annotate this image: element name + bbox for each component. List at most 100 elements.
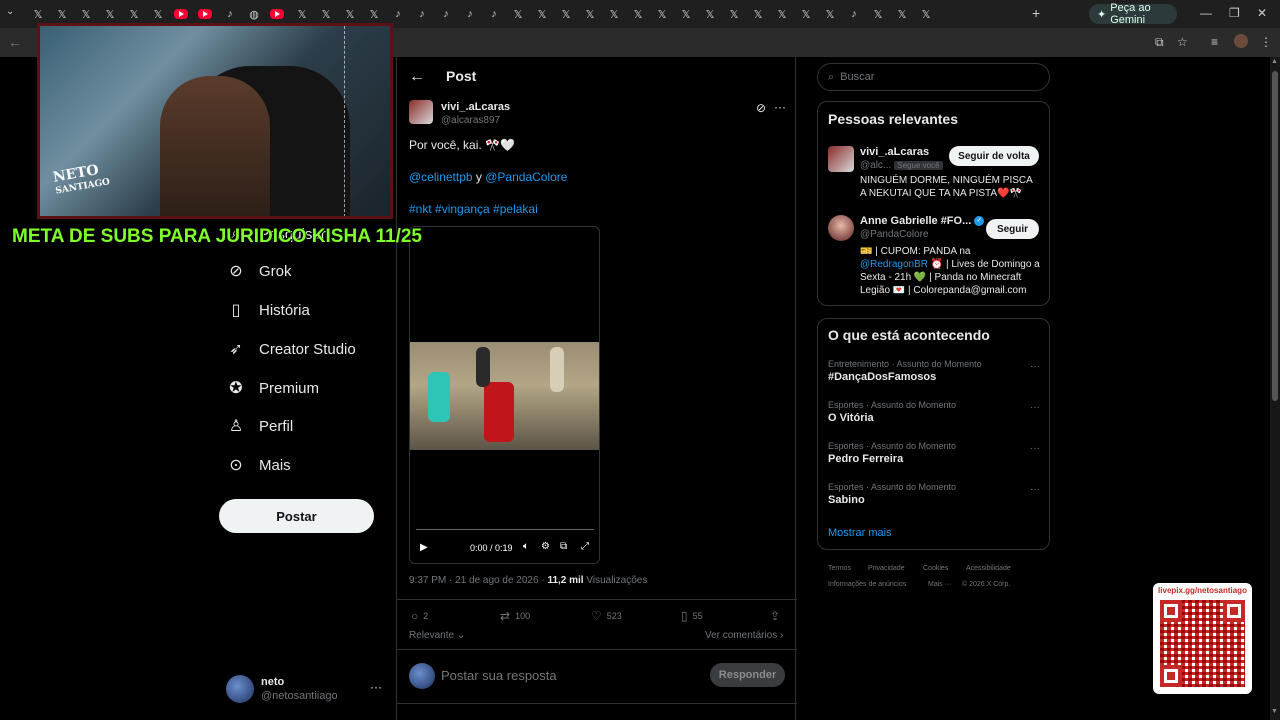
- sort-replies-dropdown[interactable]: Relevante ⌄: [409, 630, 465, 641]
- nav-item-premium[interactable]: ✪ Premium: [227, 375, 319, 401]
- post-button[interactable]: Postar: [219, 499, 374, 533]
- scrollbar-thumb[interactable]: [1272, 71, 1278, 401]
- share-button[interactable]: ⇪: [770, 609, 780, 623]
- x-logo-tab-icon[interactable]: 𝕏: [558, 6, 574, 22]
- x-logo-tab-icon[interactable]: 𝕏: [510, 6, 526, 22]
- person-name[interactable]: Anne Gabrielle #FO... ✓: [860, 215, 985, 227]
- repost-button[interactable]: ⇄ 100: [500, 609, 530, 623]
- more-dots-icon[interactable]: ···: [1030, 443, 1040, 454]
- x-logo-tab-icon[interactable]: 𝕏: [750, 6, 766, 22]
- follow-back-button[interactable]: Seguir de volta: [949, 146, 1039, 166]
- list-item[interactable]: vivi_.aLcaras @alc... Segue você Seguir d…: [828, 146, 1040, 206]
- tab-search-chevron-icon[interactable]: ⌄: [6, 6, 14, 17]
- x-logo-tab-icon[interactable]: 𝕏: [294, 6, 310, 22]
- browser-back-icon[interactable]: ←: [8, 34, 22, 50]
- more-dots-icon[interactable]: ···: [1030, 402, 1040, 413]
- footer-link[interactable]: Cookies: [923, 565, 948, 572]
- x-logo-tab-icon[interactable]: 𝕏: [318, 6, 334, 22]
- grok-explain-icon[interactable]: ⊘: [756, 101, 766, 115]
- trend-item[interactable]: Entretenimento · Assunto do Momento #Dan…: [828, 359, 1040, 393]
- x-logo-tab-icon[interactable]: 𝕏: [702, 6, 718, 22]
- tiktok-tab-icon[interactable]: ♪: [462, 6, 478, 22]
- author-avatar[interactable]: [409, 100, 433, 124]
- x-logo-tab-icon[interactable]: 𝕏: [654, 6, 670, 22]
- media-controls-icon[interactable]: ≡: [1211, 35, 1218, 49]
- x-logo-tab-icon[interactable]: 𝕏: [630, 6, 646, 22]
- trend-item[interactable]: Esportes · Assunto do Momento O Vitória …: [828, 400, 1040, 434]
- x-logo-tab-icon[interactable]: 𝕏: [366, 6, 382, 22]
- reply-submit-button[interactable]: Responder: [710, 663, 785, 687]
- nav-item-more[interactable]: ⊙ Mais: [227, 452, 290, 478]
- show-more-link[interactable]: Mostrar mais: [828, 527, 892, 539]
- x-logo-tab-icon[interactable]: 𝕏: [342, 6, 358, 22]
- tiktok-tab-icon[interactable]: ♪: [414, 6, 430, 22]
- scrollbar[interactable]: [1270, 57, 1280, 720]
- list-item[interactable]: Anne Gabrielle #FO... ✓ @PandaColore Seg…: [828, 215, 1040, 301]
- see-comments-link[interactable]: Ver comentários ›: [705, 630, 783, 641]
- bookmark-button[interactable]: ▯ 55: [681, 609, 703, 623]
- trend-item[interactable]: Esportes · Assunto do Momento Pedro Ferr…: [828, 441, 1040, 475]
- like-button[interactable]: ♡ 523: [591, 609, 622, 623]
- footer-link[interactable]: Informações de anúncios: [828, 581, 906, 588]
- fullscreen-icon[interactable]: ⤢: [581, 541, 589, 552]
- footer-more-link[interactable]: Mais ···: [928, 581, 952, 588]
- x-logo-tab-icon[interactable]: 𝕏: [30, 6, 46, 22]
- nav-item-history[interactable]: ▯ História: [227, 297, 310, 323]
- x-logo-tab-icon[interactable]: 𝕏: [870, 6, 886, 22]
- footer-link[interactable]: Termos: [828, 565, 851, 572]
- video-player[interactable]: ▶ 0:00 / 0:19 🔈︎ ⚙ ⧉ ⤢: [409, 226, 600, 564]
- minimize-button[interactable]: —: [1200, 6, 1212, 20]
- globe-tab-icon[interactable]: ◍: [246, 6, 262, 22]
- settings-gear-icon[interactable]: ⚙: [541, 541, 550, 552]
- more-dots-icon[interactable]: ···: [1030, 484, 1040, 495]
- x-logo-tab-icon[interactable]: 𝕏: [150, 6, 166, 22]
- nav-item-creator-studio[interactable]: ➶ Creator Studio: [227, 336, 355, 362]
- mention-link[interactable]: @celinettpb: [409, 170, 473, 184]
- x-logo-tab-icon[interactable]: 𝕏: [606, 6, 622, 22]
- reply-input[interactable]: [441, 668, 641, 683]
- more-dots-icon[interactable]: ···: [1030, 361, 1040, 372]
- browser-profile-avatar[interactable]: [1234, 34, 1248, 48]
- mention-link[interactable]: @PandaColore: [485, 170, 567, 184]
- x-logo-tab-icon[interactable]: 𝕏: [582, 6, 598, 22]
- install-app-icon[interactable]: ⧉: [1155, 35, 1164, 50]
- tiktok-tab-icon[interactable]: ♪: [846, 6, 862, 22]
- back-arrow-icon[interactable]: ←: [409, 68, 425, 86]
- youtube-tab-icon[interactable]: [270, 9, 284, 19]
- browser-menu-icon[interactable]: ⋮: [1260, 35, 1272, 49]
- scroll-up-icon[interactable]: ▲: [1271, 58, 1278, 65]
- bookmark-star-icon[interactable]: ☆: [1177, 35, 1188, 49]
- x-logo-tab-icon[interactable]: 𝕏: [822, 6, 838, 22]
- x-logo-tab-icon[interactable]: 𝕏: [774, 6, 790, 22]
- post-timestamp[interactable]: 9:37 PM · 21 de ago de 2026 ·: [409, 575, 547, 586]
- post-hashtags[interactable]: #nkt #vingança #pelakai: [409, 202, 538, 216]
- more-dots-icon[interactable]: ···: [370, 680, 382, 694]
- person-name[interactable]: vivi_.aLcaras: [860, 146, 929, 158]
- play-icon[interactable]: ▶: [420, 542, 428, 553]
- x-logo-tab-icon[interactable]: 𝕏: [798, 6, 814, 22]
- search-input[interactable]: ⌕ Buscar: [817, 63, 1050, 91]
- close-window-button[interactable]: ✕: [1257, 6, 1267, 20]
- youtube-tab-icon[interactable]: [174, 9, 188, 19]
- author-name[interactable]: vivi_.aLcaras: [441, 101, 510, 113]
- more-dots-icon[interactable]: ···: [774, 100, 786, 114]
- x-logo-tab-icon[interactable]: 𝕏: [678, 6, 694, 22]
- x-logo-tab-icon[interactable]: 𝕏: [126, 6, 142, 22]
- tiktok-tab-icon[interactable]: ♪: [438, 6, 454, 22]
- x-logo-tab-icon[interactable]: 𝕏: [918, 6, 934, 22]
- maximize-button[interactable]: ❐: [1229, 6, 1240, 20]
- new-tab-button[interactable]: +: [1032, 5, 1040, 21]
- author-handle[interactable]: @alcaras897: [441, 115, 500, 126]
- nav-item-profile[interactable]: ♙ Perfil: [227, 413, 293, 439]
- x-logo-tab-icon[interactable]: 𝕏: [534, 6, 550, 22]
- x-logo-tab-icon[interactable]: 𝕏: [894, 6, 910, 22]
- reply-button[interactable]: ○ 2: [411, 609, 428, 623]
- scroll-down-icon[interactable]: ▼: [1271, 708, 1278, 715]
- tiktok-tab-icon[interactable]: ♪: [486, 6, 502, 22]
- footer-link[interactable]: Privacidade: [868, 565, 905, 572]
- tiktok-tab-icon[interactable]: ♪: [390, 6, 406, 22]
- nav-item-grok[interactable]: ⊘ Grok: [227, 258, 291, 284]
- mention-link[interactable]: @RedragonBR: [860, 259, 928, 270]
- volume-icon[interactable]: 🔈︎: [523, 541, 529, 552]
- footer-link[interactable]: Acessibilidade: [966, 565, 1011, 572]
